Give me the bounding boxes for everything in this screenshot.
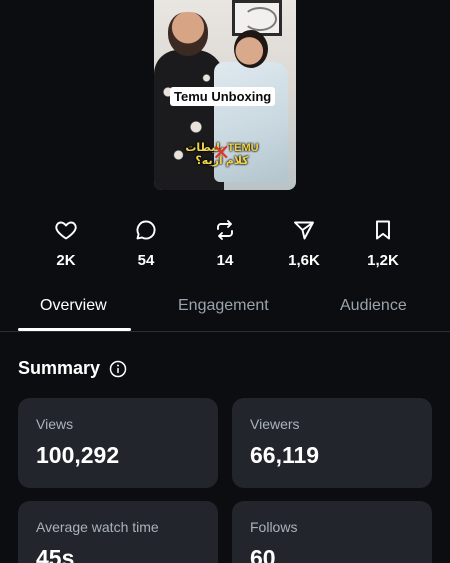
follows-card: Follows 60: [232, 501, 432, 563]
viewers-card: Viewers 66,119: [232, 398, 432, 488]
card-value: 60: [250, 545, 276, 563]
card-label: Average watch time: [36, 519, 159, 535]
card-label: Views: [36, 416, 74, 432]
person-head: [168, 12, 208, 56]
saves-stat[interactable]: 1,2K: [348, 218, 418, 269]
video-caption: Temu Unboxing: [170, 87, 276, 106]
card-label: Viewers: [250, 416, 300, 432]
summary-header: Summary: [18, 358, 127, 379]
tab-overview[interactable]: Overview: [40, 297, 107, 315]
bookmark-icon: [376, 220, 390, 240]
engagement-stats: 2K 54 14 1,6K 1,2K: [0, 218, 450, 276]
comments-stat[interactable]: 54: [111, 218, 181, 269]
person-head-2: [234, 30, 268, 68]
analytics-tabs: Overview Engagement Audience: [0, 290, 450, 332]
summary-title: Summary: [18, 358, 101, 378]
shares-stat[interactable]: 1,6K: [269, 218, 339, 269]
likes-count: 2K: [56, 252, 76, 269]
card-value: 100,292: [36, 442, 120, 468]
average-watch-time-card: Average watch time 45s: [18, 501, 218, 563]
card-label: Follows: [250, 519, 298, 535]
tab-audience[interactable]: Audience: [340, 297, 407, 315]
comments-count: 54: [137, 252, 155, 269]
cross-mark: ✕: [212, 140, 231, 165]
views-card: Views 100,292: [18, 398, 218, 488]
reposts-count: 14: [216, 252, 234, 269]
share-icon: [294, 221, 314, 240]
repost-icon: [217, 220, 233, 240]
card-value: 45s: [36, 545, 75, 563]
active-tab-indicator: [18, 328, 131, 331]
card-value: 66,119: [250, 442, 320, 468]
reposts-stat[interactable]: 14: [190, 218, 260, 269]
video-thumbnail[interactable]: Temu Unboxing TEMU بلیطات كلام اريه؟ ✕: [154, 0, 296, 190]
comment-icon: [136, 220, 156, 240]
likes-stat[interactable]: 2K: [31, 218, 101, 269]
info-icon[interactable]: [109, 360, 127, 378]
tab-engagement[interactable]: Engagement: [178, 297, 269, 315]
heart-icon: [55, 221, 77, 240]
saves-count: 1,2K: [367, 252, 399, 269]
shares-count: 1,6K: [288, 252, 320, 269]
